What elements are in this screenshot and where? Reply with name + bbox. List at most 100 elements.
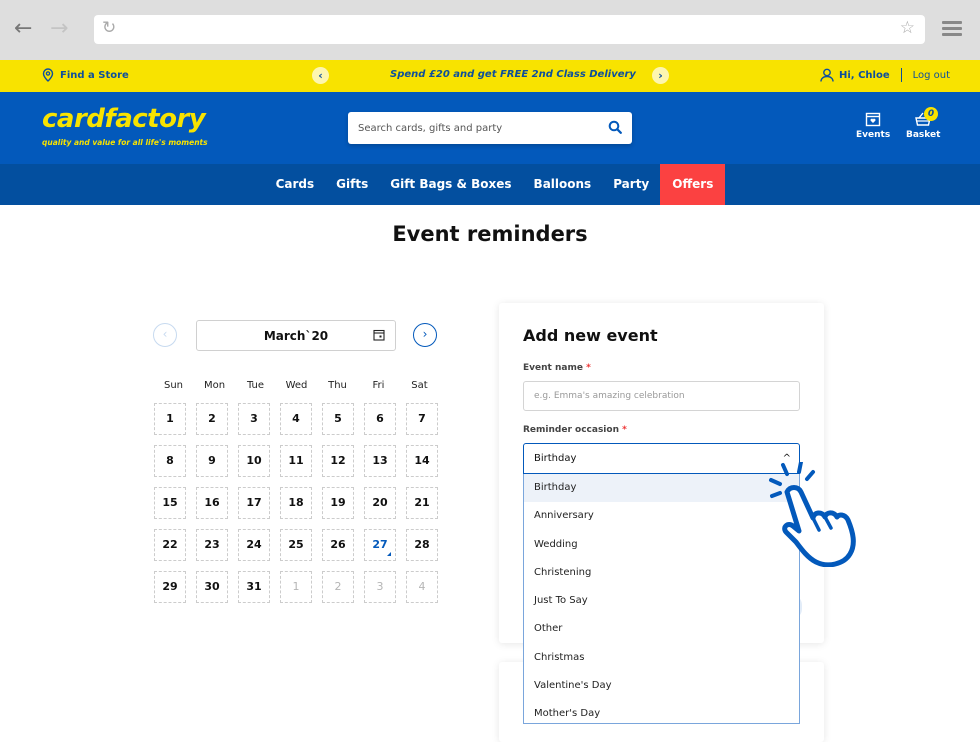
occasion-option[interactable]: Valentine's Day (524, 672, 799, 700)
occasion-selected-value: Birthday (534, 453, 577, 464)
nav-item-offers[interactable]: Offers (660, 164, 726, 205)
calendar-day[interactable]: 30 (196, 571, 228, 603)
events-button[interactable]: Events (856, 111, 890, 140)
reload-icon[interactable]: ↻ (102, 18, 116, 38)
weekday-label: Thu (328, 380, 347, 391)
calendar-day[interactable]: 16 (196, 487, 228, 519)
calendar-day[interactable]: 9 (196, 445, 228, 477)
calendar-day[interactable]: 8 (154, 445, 186, 477)
find-store-label: Find a Store (60, 69, 129, 81)
find-store-link[interactable]: Find a Store (42, 68, 129, 82)
nav-item-cards[interactable]: Cards (265, 164, 326, 205)
calendar-day[interactable]: 19 (322, 487, 354, 519)
calendar-day[interactable]: 18 (280, 487, 312, 519)
main-nav: Cards Gifts Gift Bags & Boxes Balloons P… (0, 164, 980, 205)
weekday-label: Sun (163, 380, 184, 391)
address-bar[interactable]: ↻ ☆ (94, 15, 925, 44)
calendar-day-today[interactable]: 27 (364, 529, 396, 561)
logo[interactable]: cardfactory quality and value for all li… (42, 104, 208, 147)
prev-month-button[interactable]: ‹ (153, 323, 177, 347)
calendar-day[interactable]: 11 (280, 445, 312, 477)
calendar-day[interactable]: 2 (322, 571, 354, 603)
search-icon[interactable] (608, 120, 622, 134)
calendar-day[interactable]: 12 (322, 445, 354, 477)
calendar-day[interactable]: 22 (154, 529, 186, 561)
calendar-day[interactable]: 17 (238, 487, 270, 519)
occasion-option[interactable]: Other (524, 615, 799, 643)
calendar-day[interactable]: 6 (364, 403, 396, 435)
occasion-option[interactable]: Christening (524, 559, 799, 587)
basket-label: Basket (906, 130, 941, 140)
basket-count-badge: 0 (924, 107, 938, 121)
calendar-day[interactable]: 1 (154, 403, 186, 435)
calendar-day[interactable]: 21 (406, 487, 438, 519)
occasion-option[interactable]: Christmas (524, 644, 799, 672)
event-name-input[interactable] (524, 382, 799, 410)
calendar-day[interactable]: 29 (154, 571, 186, 603)
occasion-select[interactable]: Birthday ^ (523, 443, 800, 474)
calendar-day[interactable]: 23 (196, 529, 228, 561)
weekday-label: Mon (203, 380, 226, 391)
user-icon (820, 68, 834, 82)
star-icon[interactable]: ☆ (900, 18, 915, 38)
occasion-option[interactable]: Just To Say (524, 587, 799, 615)
search-input[interactable] (358, 112, 598, 144)
weekday-label: Sat (411, 380, 428, 391)
occasion-option[interactable]: Mother's Day (524, 700, 799, 723)
calendar-day[interactable]: 31 (238, 571, 270, 603)
hamburger-menu-icon[interactable] (942, 21, 962, 39)
search-box (348, 112, 632, 144)
calendar-day[interactable]: 7 (406, 403, 438, 435)
location-pin-icon (42, 68, 54, 82)
nav-item-gifts[interactable]: Gifts (325, 164, 379, 205)
calendar-day[interactable]: 25 (280, 529, 312, 561)
calendar-day[interactable]: 4 (280, 403, 312, 435)
promo-next-button[interactable]: › (652, 67, 669, 84)
basket-button[interactable]: Basket 0 (906, 107, 941, 140)
calendar-day[interactable]: 2 (196, 403, 228, 435)
calendar-day[interactable]: 14 (406, 445, 438, 477)
month-label: March`20 (263, 329, 329, 343)
form-title: Add new event (523, 326, 658, 345)
logo-text: cardfactory (42, 104, 206, 134)
weekday-label: Tue (246, 380, 265, 391)
calendar-day[interactable]: 20 (364, 487, 396, 519)
calendar-day[interactable]: 26 (322, 529, 354, 561)
calendar-day[interactable]: 3 (238, 403, 270, 435)
logo-tagline: quality and value for all life's moments (42, 138, 208, 147)
arrow-right-icon[interactable]: → (50, 17, 68, 41)
occasion-option[interactable]: Wedding (524, 531, 799, 559)
weekday-label: Wed (285, 380, 308, 391)
logout-link[interactable]: Log out (913, 70, 950, 81)
arrow-left-icon[interactable]: ← (14, 17, 32, 41)
occasion-option[interactable]: Birthday (524, 474, 799, 503)
promo-text: Spend £20 and get FREE 2nd Class Deliver… (390, 69, 636, 80)
calendar-day[interactable]: 24 (238, 529, 270, 561)
nav-item-gift-bags[interactable]: Gift Bags & Boxes (379, 164, 522, 205)
calendar-grid: 1 2 3 4 5 6 7 8 9 10 11 12 13 14 15 16 17 18 19 20 21 22 23 24 2… (154, 403, 438, 603)
occasion-option[interactable]: Anniversary (524, 502, 799, 530)
occasion-label: Reminder occasion * (523, 425, 627, 435)
calendar-heart-icon (865, 112, 881, 127)
calendar-day[interactable]: 10 (238, 445, 270, 477)
weekday-header: Sun Mon Tue Wed Thu Fri Sat (153, 380, 440, 391)
browser-chrome: ← → ↻ ☆ (0, 0, 980, 60)
calendar-day[interactable]: 1 (280, 571, 312, 603)
user-greeting[interactable]: Hi, Chloe (839, 70, 890, 81)
weekday-label: Fri (372, 380, 385, 391)
calendar-day[interactable]: 13 (364, 445, 396, 477)
calendar-day[interactable]: 3 (364, 571, 396, 603)
promo-bar: Find a Store ‹ Spend £20 and get FREE 2n… (0, 60, 980, 92)
nav-item-party[interactable]: Party (602, 164, 660, 205)
promo-prev-button[interactable]: ‹ (312, 67, 329, 84)
calendar-day[interactable]: 28 (406, 529, 438, 561)
events-label: Events (856, 130, 891, 140)
nav-item-balloons[interactable]: Balloons (523, 164, 603, 205)
page-title: Event reminders (392, 222, 588, 246)
next-month-button[interactable]: › (413, 323, 437, 347)
calendar-day[interactable]: 4 (406, 571, 438, 603)
calendar-day[interactable]: 15 (154, 487, 186, 519)
calendar-day[interactable]: 5 (322, 403, 354, 435)
site-header: cardfactory quality and value for all li… (0, 92, 980, 164)
month-picker[interactable]: March`20 (196, 320, 396, 351)
